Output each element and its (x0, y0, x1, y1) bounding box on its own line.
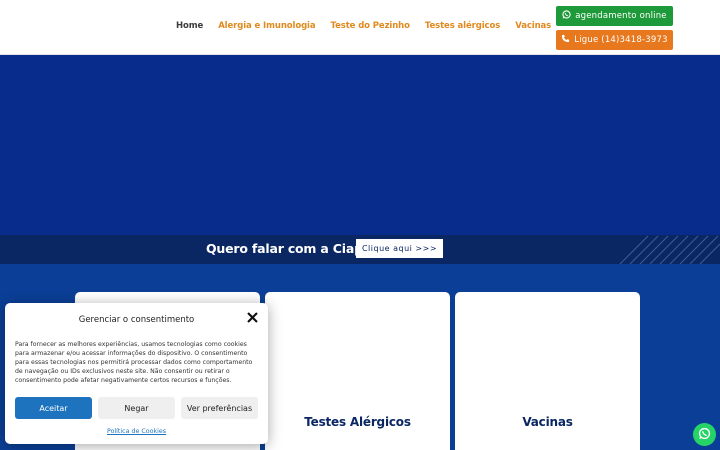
site-header: Home Alergia e Imunologia Teste do Pezin… (0, 0, 720, 55)
nav-teste-do-pezinho[interactable]: Teste do Pezinho (331, 21, 410, 31)
cookie-banner-title: Gerenciar o consentimento (78, 315, 195, 325)
hero-banner (0, 55, 720, 235)
cta-strip: Quero falar com a Ciapi Clique aqui >>> (0, 235, 720, 264)
service-card-title: Vacinas (522, 415, 573, 429)
whatsapp-float-button[interactable] (693, 423, 716, 446)
phone-icon (561, 34, 570, 46)
accept-button[interactable]: Aceitar (15, 397, 92, 419)
decorative-stripes (619, 235, 720, 264)
deny-button[interactable]: Negar (98, 397, 175, 419)
schedule-online-button[interactable]: agendamento online (556, 6, 673, 26)
main-nav: Home Alergia e Imunologia Teste do Pezin… (176, 21, 551, 31)
cookie-policy-link[interactable]: Política de Cookies (5, 428, 268, 435)
nav-vacinas[interactable]: Vacinas (515, 21, 551, 31)
cta-text: Quero falar com a Ciapi (206, 241, 367, 256)
close-icon[interactable] (247, 312, 258, 326)
service-card-testes-alergicos[interactable]: Testes Alérgicos (265, 292, 450, 450)
service-card-title: Testes Alérgicos (304, 415, 411, 429)
whatsapp-icon (698, 425, 711, 444)
nav-home[interactable]: Home (176, 21, 203, 31)
view-preferences-button[interactable]: Ver preferências (181, 397, 258, 419)
call-label: Ligue (14)3418-3973 (574, 35, 668, 45)
cookie-consent-banner: Gerenciar o consentimento Para fornecer … (5, 303, 268, 444)
schedule-online-label: agendamento online (575, 11, 667, 21)
service-card-vacinas[interactable]: Vacinas (455, 292, 640, 450)
nav-alergia-imunologia[interactable]: Alergia e Imunologia (218, 21, 315, 31)
cta-button[interactable]: Clique aqui >>> (356, 239, 443, 258)
call-button[interactable]: Ligue (14)3418-3973 (556, 30, 673, 50)
nav-testes-alergicos[interactable]: Testes alérgicos (425, 21, 500, 31)
whatsapp-icon (562, 10, 571, 22)
cookie-banner-text: Para fornecer as melhores experiências, … (15, 341, 253, 384)
